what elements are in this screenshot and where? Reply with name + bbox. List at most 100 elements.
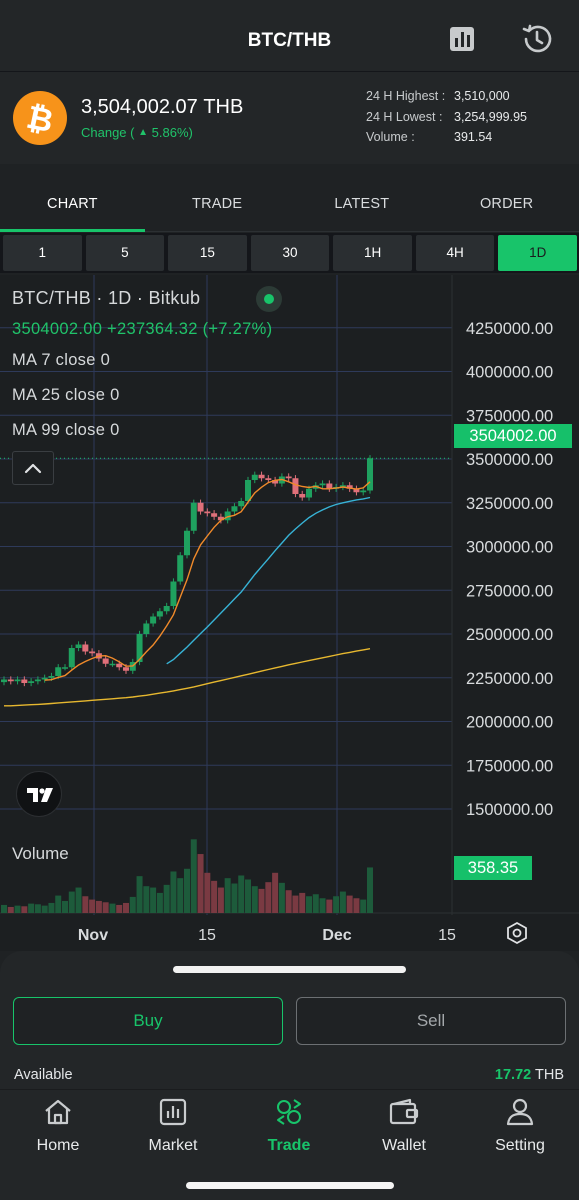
tab-trade[interactable]: TRADE (145, 178, 290, 231)
y-tick-label: 3500000.00 (466, 451, 553, 469)
candle-body (231, 506, 238, 512)
interval-button-1h[interactable]: 1H (333, 235, 412, 271)
volume-bar (102, 902, 109, 913)
candle-body (258, 474, 265, 479)
bitcoin-icon: ₿ (13, 91, 67, 145)
y-tick-label: 3000000.00 (466, 539, 553, 557)
available-amount: 17.72 (494, 1067, 532, 1083)
volume-bar (333, 896, 340, 913)
collapse-legend-button[interactable] (12, 451, 54, 485)
volume-bar (285, 890, 292, 913)
candle-body (21, 679, 28, 683)
user-icon (506, 1098, 534, 1126)
sell-button[interactable]: Sell (296, 997, 566, 1045)
interval-button-1[interactable]: 1 (3, 235, 82, 271)
nav-item-market[interactable]: Market (118, 1096, 228, 1162)
y-tick-label: 4250000.00 (466, 320, 553, 338)
volume-bar (258, 888, 265, 913)
volume-bar (136, 876, 143, 913)
volume-bar (1, 904, 7, 913)
candle-body (319, 483, 326, 486)
volume-bar (204, 872, 211, 913)
volume-bar (7, 906, 14, 913)
volume-bar (184, 868, 190, 913)
sheet-drag-handle[interactable] (173, 966, 406, 973)
price-chart[interactable]: 4250000.00 4000000.00 3750000.00 3500000.00… (0, 275, 579, 951)
caret-up-icon: ▲ (138, 127, 149, 138)
history-icon[interactable] (520, 22, 554, 56)
nav-item-trade[interactable]: Trade (234, 1096, 344, 1162)
volume-bar (55, 895, 62, 913)
interval-button-5[interactable]: 5 (85, 235, 165, 271)
market-stats: 24 H Highest : 3,510,000 24 H Lowest : 3,25… (366, 89, 527, 151)
candle-body (190, 502, 197, 531)
x-tick-label: Nov (78, 927, 108, 944)
price-summary: ₿ 3,504,002.07 THB Change ( ▲ 5.86%) 24 … (0, 72, 579, 164)
candle-body (28, 681, 35, 683)
candle-body (123, 667, 129, 671)
tab-chart[interactable]: CHART (0, 178, 145, 232)
volume-bar (41, 905, 48, 913)
volume-bar (170, 871, 177, 913)
volume-bar (34, 904, 41, 913)
available-currency: THB (535, 1067, 564, 1083)
y-tick-label: 2250000.00 (466, 670, 553, 688)
volume-bar (278, 882, 285, 913)
chart-settings-icon[interactable] (504, 920, 530, 946)
volume-tag: 358.35 (454, 856, 532, 880)
interval-button-15[interactable]: 15 (168, 235, 247, 271)
chart-legend-title: BTC/THB · 1D · Bitkub (12, 288, 201, 308)
candle-body (62, 667, 68, 669)
candle-body (170, 581, 177, 606)
legend-ma25: MA 25 close 0 (12, 386, 120, 404)
tradingview-logo-icon[interactable] (16, 771, 62, 817)
interval-button-30[interactable]: 30 (250, 235, 330, 271)
volume-bar (319, 898, 326, 913)
nav-item-wallet[interactable]: Wallet (349, 1096, 459, 1162)
legend-ma7: MA 7 close 0 (12, 351, 111, 369)
stat-value: 3,510,000 (454, 89, 510, 103)
volume-bar (272, 872, 279, 913)
volume-bar (245, 879, 251, 913)
tab-latest[interactable]: LATEST (290, 178, 435, 231)
interval-button-4h[interactable]: 4H (415, 235, 495, 271)
volume-bar (116, 904, 123, 913)
interval-selector: 1 5 15 30 1H 4H 1D (0, 233, 579, 273)
nav-label: Market (148, 1137, 198, 1154)
volume-bar (129, 896, 136, 913)
home-indicator (186, 1182, 394, 1189)
candlestick-chart[interactable]: 4250000.00 4000000.00 3750000.00 3500000.00… (0, 275, 579, 951)
volume-bar (68, 891, 75, 913)
interval-button-1d[interactable]: 1D (498, 235, 578, 271)
tab-order[interactable]: ORDER (434, 178, 579, 231)
nav-item-setting[interactable]: Setting (465, 1096, 575, 1162)
y-tick-label: 2000000.00 (466, 714, 553, 732)
volume-bar (251, 886, 258, 913)
nav-item-home[interactable]: Home (3, 1096, 113, 1162)
candle-body (116, 663, 123, 668)
volume-bar (75, 887, 82, 913)
volume-bar (211, 880, 218, 913)
volume-bar (306, 896, 312, 913)
nav-label: Trade (267, 1137, 311, 1154)
volume-bar (163, 884, 170, 913)
price-currency: THB (203, 96, 244, 118)
volume-bar (109, 903, 116, 913)
candle-body (14, 679, 21, 682)
candle-body (204, 511, 211, 514)
volume-bar (265, 882, 272, 913)
app-header: BTC/THB (0, 0, 579, 72)
candle-body (238, 501, 245, 507)
buy-button[interactable]: Buy (13, 997, 283, 1045)
candle-body (89, 651, 96, 654)
candle-body (82, 644, 89, 652)
stat-label: 24 H Highest : (366, 89, 446, 103)
volume-bar (48, 902, 55, 913)
chart-legend-price: 3504002.00 +237364.32 (+7.27%) (12, 320, 273, 338)
x-tick-label: 15 (198, 927, 216, 944)
volume-bar (292, 895, 299, 913)
nav-label: Wallet (382, 1137, 426, 1154)
candle-body (251, 474, 258, 480)
volume-bar (360, 899, 367, 913)
bar-chart-icon[interactable] (446, 22, 480, 56)
